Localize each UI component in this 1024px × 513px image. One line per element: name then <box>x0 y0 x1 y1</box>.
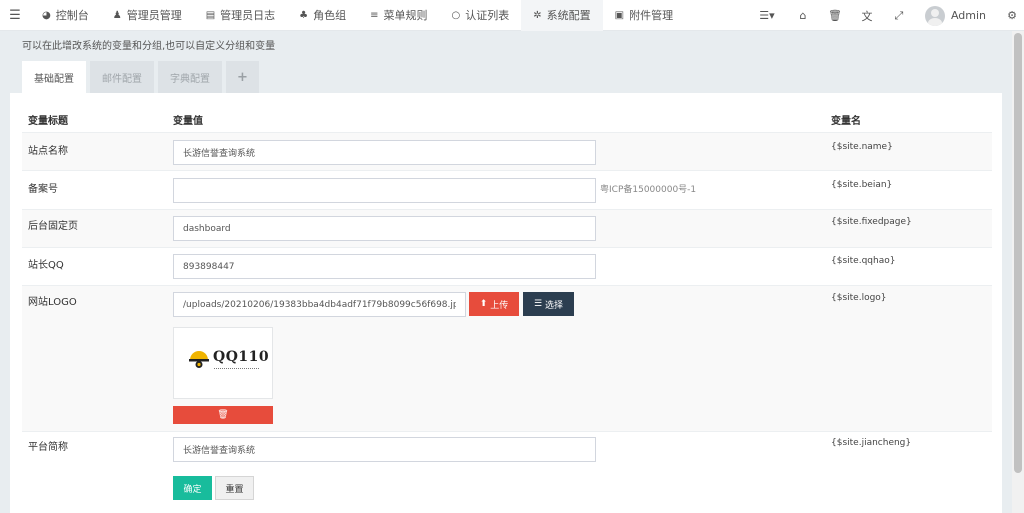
row-label: 备案号 <box>28 184 58 195</box>
config-hint: 可以在此增改系统的变量和分组,也可以自定义分组和变量 <box>22 41 276 52</box>
scrollbar-thumb[interactable] <box>1014 33 1022 473</box>
header-title: 变量标题 <box>28 116 68 127</box>
dashboard-icon: ◕ <box>42 9 51 21</box>
row-divider <box>22 431 992 432</box>
top-navbar: ☰ ◕ 控制台 ♟ 管理员管理 ▤ 管理员日志 ♣ 角色组 ≡ 菜单规则 ○ 认证列表 ✲ 系… <box>0 0 1024 31</box>
bars-icon: ≡ <box>370 9 379 21</box>
settings-icon[interactable]: ⚙ <box>1000 0 1024 31</box>
file-image-icon: ▣ <box>614 9 625 21</box>
var-name: {$site.fixedpage} <box>831 217 912 227</box>
delete-logo-button[interactable]: 🗑 <box>173 406 273 424</box>
menu-icon[interactable]: ☰ <box>0 0 30 31</box>
nav-tab-rule[interactable]: ≡ 菜单规则 <box>358 0 439 31</box>
logo-subtitle-mark <box>214 368 259 370</box>
logo-path-input[interactable] <box>173 292 466 317</box>
upload-icon: ⬆ <box>479 299 488 309</box>
nav-tab-config[interactable]: ✲ 系统配置 <box>521 0 603 31</box>
fullscreen-icon[interactable]: ⤢ <box>883 0 915 31</box>
confirm-button[interactable]: 确定 <box>173 476 212 500</box>
nav-tabs: ◕ 控制台 ♟ 管理员管理 ▤ 管理员日志 ♣ 角色组 ≡ 菜单规则 ○ 认证列表 ✲ 系统配… <box>30 0 685 31</box>
tab-basic[interactable]: 基础配置 <box>22 61 86 93</box>
row-label: 网站LOGO <box>28 297 77 308</box>
circle-icon: ○ <box>451 9 461 21</box>
logo-text: QQ110 <box>213 349 270 365</box>
nav-tab-admin-log[interactable]: ▤ 管理员日志 <box>194 0 287 31</box>
user-icon: ♟ <box>112 9 122 21</box>
beian-note: 粤ICP备15000000号-1 <box>600 185 697 195</box>
site-name-input[interactable] <box>173 140 596 165</box>
nav-tab-auth[interactable]: ○ 认证列表 <box>440 0 522 31</box>
var-name: {$site.beian} <box>831 180 893 190</box>
logo-emblem-icon <box>189 351 209 368</box>
var-name: {$site.jiancheng} <box>831 438 912 448</box>
row-divider <box>22 247 992 248</box>
upload-button[interactable]: ⬆ 上传 <box>469 292 519 316</box>
fixedpage-input[interactable] <box>173 216 596 241</box>
choose-button[interactable]: ☰ 选择 <box>523 292 574 316</box>
var-name: {$site.name} <box>831 142 893 152</box>
home-icon[interactable]: ⌂ <box>787 0 819 31</box>
language-icon[interactable]: 文 <box>851 0 883 31</box>
beian-input[interactable] <box>173 178 596 203</box>
admin-name[interactable]: Admin <box>951 9 986 22</box>
trash-icon[interactable]: 🗑 <box>819 0 851 31</box>
add-tab-button[interactable]: + <box>226 61 259 93</box>
reset-button[interactable]: 重置 <box>215 476 254 500</box>
header-value: 变量值 <box>173 116 203 127</box>
group-icon: ♣ <box>299 9 309 21</box>
avatar[interactable] <box>924 5 945 26</box>
tab-email[interactable]: 邮件配置 <box>90 61 154 93</box>
var-name: {$site.qqhao} <box>831 256 896 266</box>
cog-icon: ✲ <box>533 9 542 21</box>
nav-tab-dashboard[interactable]: ◕ 控制台 <box>30 0 101 31</box>
list-alt-icon: ▤ <box>205 9 216 21</box>
var-name: {$site.logo} <box>831 293 887 303</box>
nav-tab-attachment[interactable]: ▣ 附件管理 <box>603 0 685 31</box>
row-label: 站点名称 <box>28 146 68 157</box>
trash-icon: 🗑 <box>217 410 229 420</box>
list-dropdown-icon[interactable]: ☰▾ <box>747 0 787 31</box>
row-label: 后台固定页 <box>28 221 78 232</box>
config-tabs: 基础配置 邮件配置 字典配置 + <box>22 61 263 93</box>
tab-dictionary[interactable]: 字典配置 <box>158 61 222 93</box>
short-name-input[interactable] <box>173 437 596 462</box>
row-label: 平台简称 <box>28 442 68 453</box>
list-icon: ☰ <box>533 299 543 309</box>
row-label: 站长QQ <box>28 260 64 271</box>
header-name: 变量名 <box>831 116 861 127</box>
navbar-right: ☰▾ ⌂ 🗑 文 ⤢ Admin ⚙ <box>747 0 1024 31</box>
nav-tab-group[interactable]: ♣ 角色组 <box>287 0 358 31</box>
row-divider <box>22 170 992 171</box>
panel-heading: 可以在此增改系统的变量和分组,也可以自定义分组和变量 基础配置 邮件配置 字典配… <box>0 31 1002 93</box>
nav-tab-admin[interactable]: ♟ 管理员管理 <box>101 0 194 31</box>
qq-input[interactable] <box>173 254 596 279</box>
